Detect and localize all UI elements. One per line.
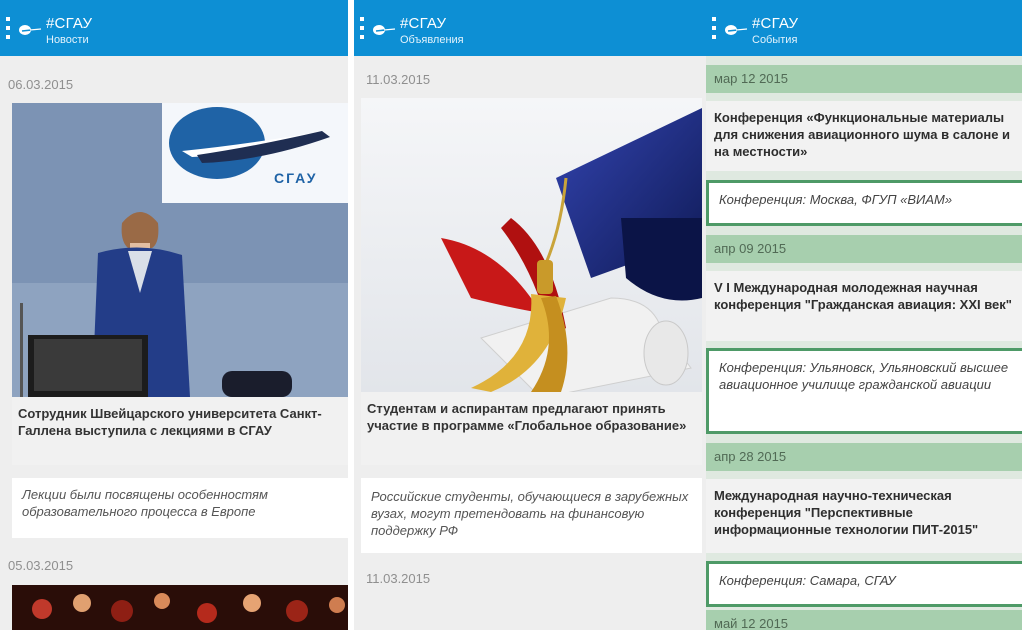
event-title[interactable]: Конференция «Функциональные материалы дл… [706, 101, 1022, 171]
event-date: май 12 2015 [706, 610, 1022, 630]
app-logo-icon [19, 25, 42, 35]
section-subtitle: События [752, 34, 798, 46]
app-title: #СГАУ [752, 15, 799, 32]
app-bar: #СГАУ Объявления [354, 0, 706, 56]
event-date: мар 12 2015 [706, 65, 1022, 93]
announcements-screen: #СГАУ Объявления 11.03.2015 Студентам и … [354, 0, 706, 630]
event-title[interactable]: V I Международная молодежная научная кон… [706, 271, 1022, 341]
app-title: #СГАУ [400, 15, 447, 32]
news-screen: #СГАУ Новости 06.03.2015 СГАУ Сотрудник … [0, 0, 348, 630]
announcement-photo [361, 98, 702, 392]
drawer-menu-icon[interactable] [360, 17, 364, 39]
event-title[interactable]: Международная научно-техническая конфере… [706, 479, 1022, 553]
app-bar: #СГАУ Новости [0, 0, 348, 56]
drawer-menu-icon[interactable] [6, 17, 10, 39]
news-headline[interactable]: Сотрудник Швейцарского университета Санк… [12, 397, 348, 465]
news-summary: Лекции были посвящены особенностям образ… [12, 478, 348, 538]
news-card[interactable]: СГАУ Сотрудник Швейцарского университета… [12, 103, 348, 465]
event-date: апр 28 2015 [706, 443, 1022, 471]
app-logo-icon [725, 25, 748, 35]
app-title: #СГАУ [46, 15, 93, 32]
event-place: Конференция: Москва, ФГУП «ВИАМ» [706, 180, 1022, 226]
news-date: 06.03.2015 [8, 77, 74, 92]
drawer-menu-icon[interactable] [712, 17, 716, 39]
event-date: апр 09 2015 [706, 235, 1022, 263]
app-logo-icon [373, 25, 396, 35]
announcement-date: 11.03.2015 [366, 72, 431, 87]
events-screen: #СГАУ События мар 12 2015 Конференция «Ф… [706, 0, 1022, 630]
section-subtitle: Объявления [400, 34, 464, 46]
news-date: 05.03.2015 [8, 558, 74, 573]
event-place: Конференция: Ульяновск, Ульяновский высш… [706, 348, 1022, 434]
news-photo [12, 585, 348, 630]
app-bar: #СГАУ События [706, 0, 1022, 56]
event-place: Конференция: Самара, СГАУ [706, 561, 1022, 607]
news-photo: СГАУ [12, 103, 348, 397]
news-card[interactable] [12, 585, 348, 630]
announcement-date: 11.03.2015 [366, 571, 431, 586]
sign-text: СГАУ [274, 170, 317, 186]
announcement-headline[interactable]: Студентам и аспирантам предлагают принят… [361, 392, 702, 465]
announcement-card[interactable]: Студентам и аспирантам предлагают принят… [361, 98, 702, 465]
section-subtitle: Новости [46, 34, 89, 46]
announcement-summary: Российские студенты, обучающиеся в заруб… [361, 478, 702, 553]
